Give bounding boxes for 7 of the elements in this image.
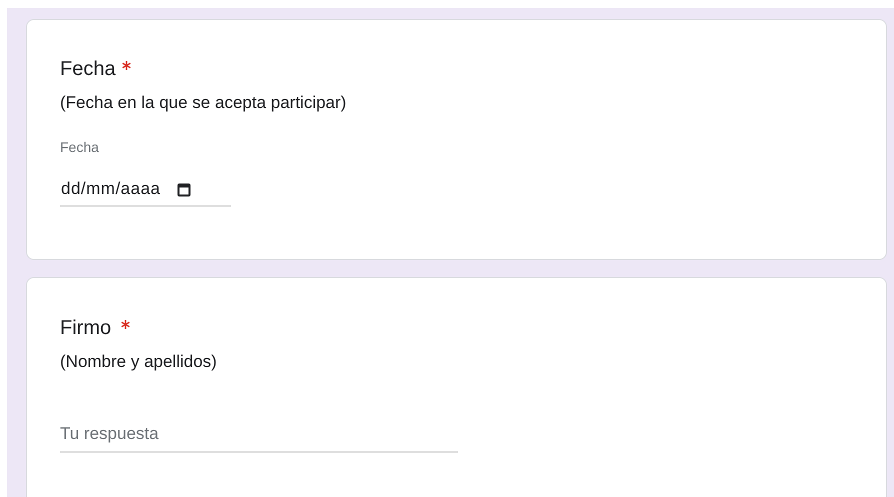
date-field[interactable]: dd/mm/aaaa [60,165,231,207]
calendar-icon[interactable] [176,182,190,196]
question-description: (Nombre y apellidos) [60,351,218,373]
question-title: Firmo [60,316,112,340]
question-title: Fecha [60,57,116,81]
question-description: (Fecha en la que se acepta participar) [60,92,348,114]
field-label: Fecha [60,139,100,155]
